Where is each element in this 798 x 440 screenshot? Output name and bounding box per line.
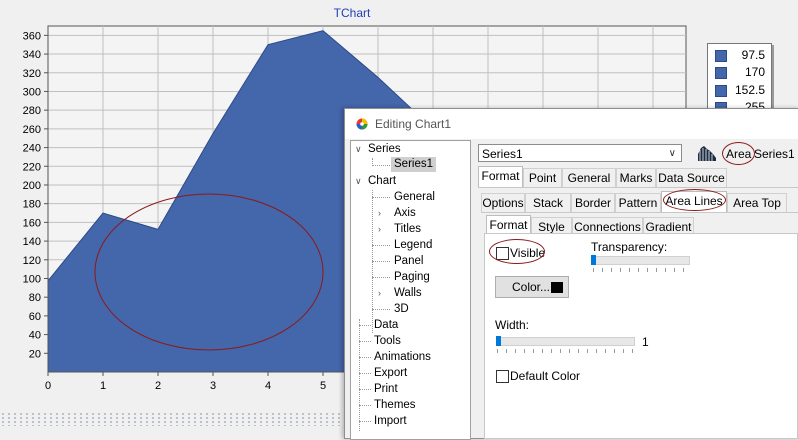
tree-item-legend[interactable]: Legend [394, 238, 432, 253]
y-tick-label: 140 [23, 236, 41, 248]
annotation-ellipse-area [722, 142, 755, 165]
y-tick-label: 260 [23, 124, 41, 136]
tab-pattern[interactable]: Pattern [615, 193, 661, 212]
y-tick-label: 220 [23, 161, 41, 173]
tree-item-themes[interactable]: Themes [374, 398, 416, 413]
editor-tree[interactable]: ∨ Series Series1 ∨ Chart General › Axis … [350, 140, 471, 440]
annotation-ellipse-visible [489, 239, 545, 264]
dialog-title: Editing Chart1 [375, 117, 451, 131]
y-tick-label: 280 [23, 105, 41, 117]
tab-format[interactable]: Format [478, 166, 523, 187]
transparency-ticks [593, 268, 690, 272]
x-tick-label: 0 [45, 380, 51, 392]
color-button[interactable]: Color... [495, 276, 569, 298]
tree-item-tools[interactable]: Tools [374, 334, 401, 349]
width-slider-thumb[interactable] [496, 336, 501, 346]
area-lines-format-panel: Visible Transparency: Color... Width: 1 … [484, 233, 798, 439]
legend-value: 152.5 [735, 83, 765, 97]
dotted-separator [0, 412, 350, 426]
tree-item-axis[interactable]: Axis [394, 206, 416, 221]
x-tick-label: 2 [155, 380, 161, 392]
y-tick-label: 120 [23, 255, 41, 267]
x-tick-label: 4 [265, 380, 271, 392]
dialog-titlebar[interactable]: Editing Chart1 [345, 109, 798, 139]
chevron-down-icon: ∨ [669, 145, 676, 163]
tree-item-print[interactable]: Print [374, 382, 398, 397]
tree-item-walls[interactable]: Walls [394, 286, 422, 301]
x-tick-label: 3 [210, 380, 216, 392]
tree-item-animations[interactable]: Animations [374, 350, 431, 365]
tree-item-general[interactable]: General [394, 190, 435, 205]
legend-item: 97.5 [713, 47, 769, 63]
y-tick-label: 180 [23, 199, 41, 211]
legend-swatch [715, 85, 727, 97]
tree-item-3d[interactable]: 3D [394, 302, 409, 317]
tab-divider [481, 212, 798, 213]
tree-item-export[interactable]: Export [374, 366, 407, 381]
legend-swatch [715, 67, 727, 79]
y-tick-label: 160 [23, 217, 41, 229]
legend-value: 97.5 [742, 48, 765, 62]
legend-item: 170 [713, 64, 769, 80]
tree-item-series[interactable]: Series [368, 142, 401, 157]
y-tick-label: 100 [23, 273, 41, 285]
format-subtabs: Options Stack Border Pattern Area Lines … [481, 193, 798, 212]
y-tick-label: 320 [23, 68, 41, 80]
annotation-ellipse-area-lines [663, 189, 726, 211]
teechart-icon [356, 118, 368, 130]
series-select[interactable]: Series1 ∨ [478, 144, 682, 162]
y-tick-label: 300 [23, 86, 41, 98]
y-tick-label: 340 [23, 49, 41, 61]
y-tick-label: 200 [23, 180, 41, 192]
series-select-value: Series1 [482, 147, 523, 161]
width-value: 1 [642, 335, 649, 349]
series-name-label: Series1 [754, 147, 795, 161]
tree-item-titles[interactable]: Titles [394, 222, 421, 237]
tab-stack[interactable]: Stack [525, 193, 571, 212]
y-tick-label: 40 [29, 330, 41, 342]
tab-marks[interactable]: Marks [616, 168, 656, 187]
legend-swatch [715, 50, 727, 62]
editing-chart-dialog: Editing Chart1 ∨ Series Series1 ∨ Chart … [344, 108, 798, 439]
width-label: Width: [495, 318, 529, 332]
color-button-label: Color... [512, 280, 550, 294]
tab-general[interactable]: General [562, 168, 616, 187]
series-tabs: Format Point General Marks Data Source [478, 168, 798, 187]
legend-item: 152.5 [713, 82, 769, 98]
tree-item-paging[interactable]: Paging [394, 270, 430, 285]
chevron-right-icon[interactable]: › [378, 288, 381, 298]
chevron-right-icon[interactable]: › [378, 208, 381, 218]
x-tick-label: 1 [100, 380, 106, 392]
tab-divider [478, 187, 798, 188]
y-tick-label: 60 [29, 311, 41, 323]
chevron-down-icon[interactable]: ∨ [355, 144, 362, 155]
x-tick-label: 5 [320, 380, 326, 392]
default-color-checkbox[interactable] [496, 370, 509, 383]
color-swatch [551, 282, 563, 293]
y-tick-label: 240 [23, 143, 41, 155]
y-tick-label: 20 [29, 348, 41, 360]
area-series-icon [697, 145, 717, 161]
chevron-right-icon[interactable]: › [378, 224, 381, 234]
transparency-slider[interactable] [591, 256, 690, 265]
width-ticks [497, 349, 634, 353]
chevron-down-icon[interactable]: ∨ [355, 176, 362, 187]
tab-data-source[interactable]: Data Source [656, 168, 727, 187]
y-tick-label: 360 [23, 30, 41, 42]
tree-item-data[interactable]: Data [374, 318, 398, 333]
tab-area-top[interactable]: Area Top [727, 193, 787, 212]
tree-item-panel[interactable]: Panel [394, 254, 423, 269]
transparency-slider-thumb[interactable] [591, 255, 596, 265]
tab-options[interactable]: Options [481, 193, 525, 212]
legend-value: 170 [745, 65, 765, 79]
tree-item-chart[interactable]: Chart [368, 174, 396, 189]
default-color-label: Default Color [510, 369, 580, 383]
tree-item-series1[interactable]: Series1 [391, 157, 436, 172]
width-slider[interactable] [496, 337, 635, 346]
y-tick-label: 80 [29, 292, 41, 304]
tab-point[interactable]: Point [523, 168, 562, 187]
transparency-label: Transparency: [591, 240, 667, 254]
tab-border[interactable]: Border [571, 193, 615, 212]
tree-item-import[interactable]: Import [374, 414, 407, 429]
